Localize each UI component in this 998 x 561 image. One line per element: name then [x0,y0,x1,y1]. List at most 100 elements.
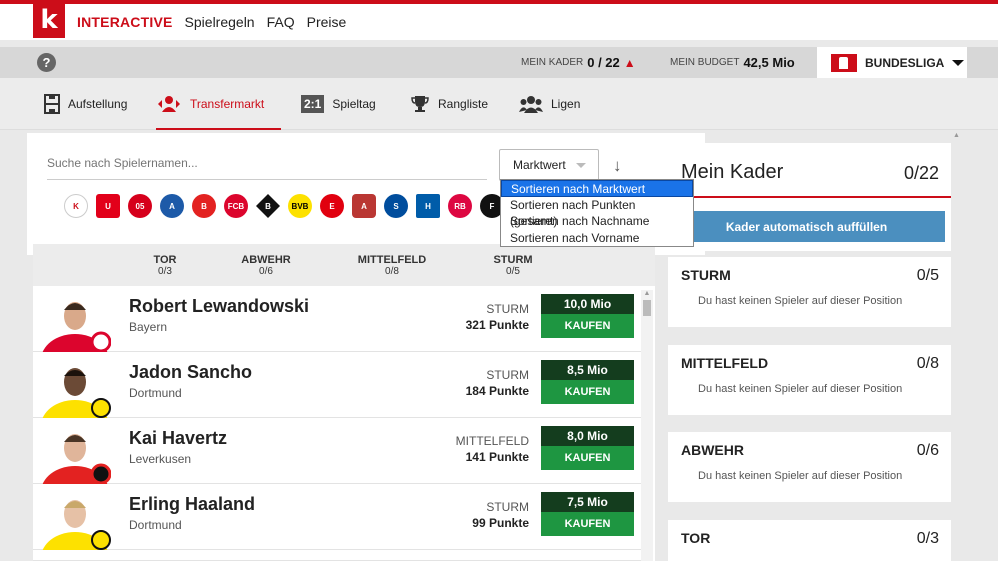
budget-stat: MEIN BUDGET 42,5 Mio [670,55,795,70]
player-club: Dortmund [129,518,182,532]
buy-button[interactable]: KAUFEN [541,512,634,536]
position-count: 0/5 [506,266,520,277]
kicker-logo[interactable]: k [33,2,65,38]
sort-option-nachname[interactable]: Sortieren nach Nachname [501,213,693,230]
nav-faq[interactable]: FAQ [267,14,295,30]
player-points: 141 Punkte [465,450,529,464]
sort-select[interactable]: Marktwert [499,149,599,181]
score-icon: 2:1 [301,95,325,113]
tab-ligen[interactable]: Ligen [519,78,580,130]
chevron-down-icon [952,59,965,66]
slot-empty-text: Du hast keinen Spieler auf dieser Positi… [698,295,903,307]
player-row[interactable] [33,552,641,561]
club-schalke-icon[interactable]: S [384,194,408,218]
club-leverkusen-icon[interactable]: B [192,194,216,218]
slot-count: 0/8 [916,355,939,372]
tab-aufstellung[interactable]: Aufstellung [44,78,127,130]
nav-spielregeln[interactable]: Spielregeln [185,14,255,30]
kader-slot-mittelfeld: MITTELFELD 0/8 Du hast keinen Spieler au… [668,345,951,415]
tab-label: Aufstellung [68,97,128,111]
player-points: 321 Punkte [465,318,529,332]
club-filter: K U 05 A B FCB B BVB E A S H RB F [64,194,504,218]
player-position: STURM [486,368,529,382]
position-filter-tor[interactable]: TOR 0/3 [125,254,205,277]
player-row[interactable]: Kai Havertz Leverkusen MITTELFELD 141 Pu… [33,420,641,484]
player-position: STURM [486,500,529,514]
player-name: Robert Lewandowski [129,296,310,316]
transfer-icon [158,96,180,112]
budget-stat-value: 42,5 Mio [743,55,795,70]
warning-icon: ▲ [623,55,636,70]
search-input[interactable] [47,146,487,180]
club-dortmund-icon[interactable]: BVB [288,194,312,218]
scrollbar-thumb[interactable] [643,300,651,316]
tab-rangliste[interactable]: Rangliste [410,78,488,130]
buy-button[interactable]: KAUFEN [541,314,634,338]
sort-direction-arrow-icon[interactable]: ↓ [613,156,622,176]
nav-interactive[interactable]: INTERACTIVE [77,14,173,30]
club-frankfurt-icon[interactable]: E [320,194,344,218]
position-count: 0/3 [158,266,172,277]
club-mainz-icon[interactable]: 05 [128,194,152,218]
tab-label: Spieltag [332,97,376,111]
help-icon[interactable]: ? [37,53,56,72]
sort-option-vorname[interactable]: Sortieren nach Vorname [501,230,693,247]
page-scrollbar[interactable]: ▲ [951,130,963,561]
nav-preise[interactable]: Preise [307,14,347,30]
trophy-icon [411,96,429,112]
kader-title: Mein Kader [681,161,784,183]
bundesliga-logo-icon [831,53,857,72]
club-augsburg-icon[interactable]: A [352,194,376,218]
position-filter-sturm[interactable]: STURM 0/5 [473,254,553,277]
sort-option-punkte[interactable]: Sortieren nach Punkten (gesamt) [501,197,693,229]
scroll-up-icon[interactable]: ▲ [953,132,960,139]
slot-title: STURM [681,267,731,283]
kader-divider [668,196,951,198]
buy-button[interactable]: KAUFEN [541,446,634,470]
sort-option-marktwert[interactable]: Sortieren nach Marktwert [501,180,693,197]
lineup-icon [44,94,60,114]
tab-label: Ligen [551,97,581,111]
buy-button[interactable]: KAUFEN [541,380,634,404]
main-tabs: Aufstellung Transfermarkt 2:1 Spieltag R… [0,78,998,130]
slot-empty-text: Du hast keinen Spieler auf dieser Positi… [698,383,903,395]
club-gladbach-icon[interactable]: B [256,194,280,218]
player-club: Leverkusen [129,452,192,466]
player-club: Dortmund [129,386,182,400]
tab-spieltag[interactable]: 2:1 Spieltag [301,78,376,130]
autofill-button[interactable]: Kader automatisch auffüllen [668,211,945,242]
scroll-up-icon[interactable]: ▲ [643,290,651,298]
club-bielefeld-icon[interactable]: A [160,194,184,218]
league-selector[interactable]: BUNDESLIGA [817,47,967,78]
position-label: STURM [493,254,533,266]
player-avatar [39,290,111,352]
player-list-scrollbar[interactable]: ▲ [641,290,653,561]
mein-kader-panel: Mein Kader 0/22 Kader automatisch auffül… [668,143,951,251]
player-position: STURM [486,302,529,316]
tab-transfermarkt[interactable]: Transfermarkt [156,78,281,130]
kader-count: 0/22 [903,163,939,183]
club-leipzig-icon[interactable]: RB [448,194,472,218]
player-position: MITTELFELD [455,434,529,448]
player-row[interactable]: Erling Haaland Dortmund STURM 99 Punkte … [33,486,641,550]
player-price: 10,0 Mio [541,294,634,314]
player-avatar [39,422,111,484]
league-label: BUNDESLIGA [865,55,945,70]
player-row[interactable]: Robert Lewandowski Bayern STURM 321 Punk… [33,288,641,352]
club-hertha-icon[interactable]: H [416,194,440,218]
club-union-icon[interactable]: U [96,194,120,218]
club-koeln-icon[interactable]: K [64,194,88,218]
position-filter-abwehr[interactable]: ABWEHR 0/6 [226,254,306,277]
kader-slot-tor: TOR 0/3 [668,520,951,561]
position-label: ABWEHR [241,254,291,266]
player-club: Bayern [129,320,168,334]
player-row[interactable]: Jadon Sancho Dortmund STURM 184 Punkte 8… [33,354,641,418]
club-bayern-icon[interactable]: FCB [224,194,248,218]
player-avatar [39,488,111,550]
player-price: 8,0 Mio [541,426,634,446]
slot-count: 0/6 [916,442,939,459]
player-points: 184 Punkte [465,384,529,398]
position-filter-mittelfeld[interactable]: MITTELFELD 0/8 [352,254,432,277]
player-avatar [39,356,111,418]
slot-count: 0/3 [916,530,939,547]
